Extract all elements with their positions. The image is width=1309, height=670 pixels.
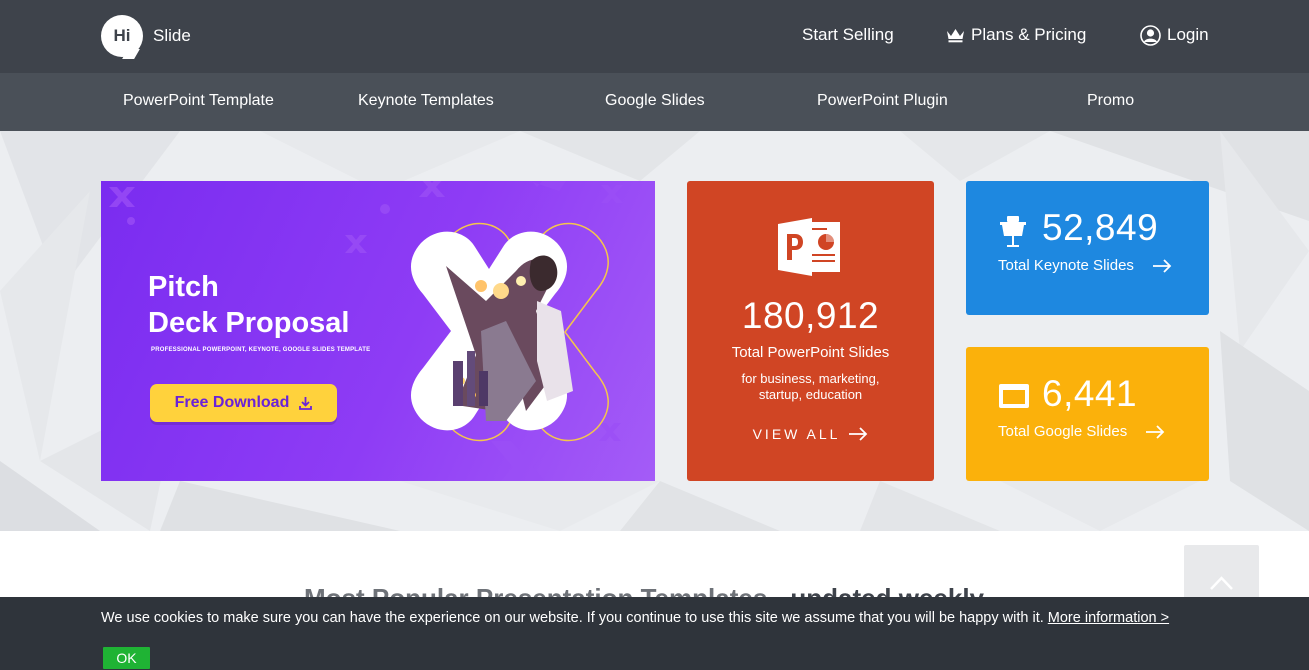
start-selling-link[interactable]: Start Selling	[802, 24, 894, 46]
login-link[interactable]: Login	[1140, 24, 1209, 46]
google-slides-icon	[999, 384, 1029, 408]
brand-name[interactable]: Slide	[153, 26, 191, 46]
arrow-right-icon	[1146, 424, 1165, 439]
powerpoint-label: Total PowerPoint Slides	[731, 344, 890, 361]
powerpoint-count: 180,912	[741, 295, 880, 336]
more-information-link[interactable]: More information >	[1048, 610, 1169, 626]
powerpoint-description: for business, marketing, startup, educat…	[741, 371, 880, 402]
free-download-button[interactable]: Free Download	[150, 384, 337, 422]
promo-subtitle: PROFESSIONAL POWERPOINT, KEYNOTE, GOOGLE…	[151, 347, 371, 353]
keynote-link[interactable]: Total Keynote Slides	[998, 257, 1172, 274]
promo-banner[interactable]: Pitch Deck Proposal PROFESSIONAL POWERPO…	[101, 181, 655, 481]
keynote-icon	[1000, 216, 1026, 247]
cookie-message: We use cookies to make sure you can have…	[101, 610, 1169, 626]
google-slides-stats-card[interactable]: 6,441 Total Google Slides	[966, 347, 1209, 481]
view-all-label: VIEW ALL	[752, 426, 841, 442]
start-selling-label: Start Selling	[802, 25, 894, 44]
login-label: Login	[1167, 25, 1209, 44]
nav-google-slides[interactable]: Google Slides	[605, 92, 705, 110]
plans-pricing-link[interactable]: Plans & Pricing	[946, 24, 1086, 46]
keynote-stats-card[interactable]: 52,849 Total Keynote Slides	[966, 181, 1209, 315]
logo-text: Hi	[113, 26, 131, 45]
nav-powerpoint-template[interactable]: PowerPoint Template	[123, 92, 274, 110]
cookie-ok-button[interactable]: OK	[103, 647, 150, 669]
keynote-count: 52,849	[1042, 207, 1159, 248]
nav-keynote-templates[interactable]: Keynote Templates	[358, 92, 494, 110]
cookie-banner: We use cookies to make sure you can have…	[0, 597, 1309, 670]
user-icon	[1140, 24, 1161, 46]
cookie-text: We use cookies to make sure you can have…	[101, 610, 1048, 626]
free-download-label: Free Download	[174, 394, 290, 411]
arrow-right-icon	[849, 427, 868, 441]
keynote-label: Total Keynote Slides	[998, 257, 1134, 274]
logo[interactable]: Hi	[101, 15, 143, 57]
top-header: Hi Slide Start Selling Plans & Pricing L…	[0, 0, 1309, 73]
google-slides-link[interactable]: Total Google Slides	[998, 423, 1165, 440]
powerpoint-icon	[778, 218, 840, 276]
view-all-link[interactable]: VIEW ALL	[687, 426, 934, 442]
promo-title: Pitch Deck Proposal	[148, 269, 408, 341]
plans-pricing-label: Plans & Pricing	[971, 25, 1087, 44]
nav-powerpoint-plugin[interactable]: PowerPoint Plugin	[817, 92, 948, 110]
crown-icon	[947, 28, 964, 42]
arrow-right-icon	[1152, 258, 1172, 273]
promo-title-line2: Deck Proposal	[148, 307, 350, 339]
promo-title-line1: Pitch	[148, 271, 219, 303]
nav-promo[interactable]: Promo	[1087, 92, 1134, 110]
category-nav: PowerPoint Template Keynote Templates Go…	[0, 73, 1309, 131]
powerpoint-stats-card[interactable]: 180,912 Total PowerPoint Slides for busi…	[687, 181, 934, 481]
google-slides-label: Total Google Slides	[998, 423, 1128, 440]
google-slides-count: 6,441	[1042, 373, 1138, 414]
download-icon	[299, 397, 313, 410]
